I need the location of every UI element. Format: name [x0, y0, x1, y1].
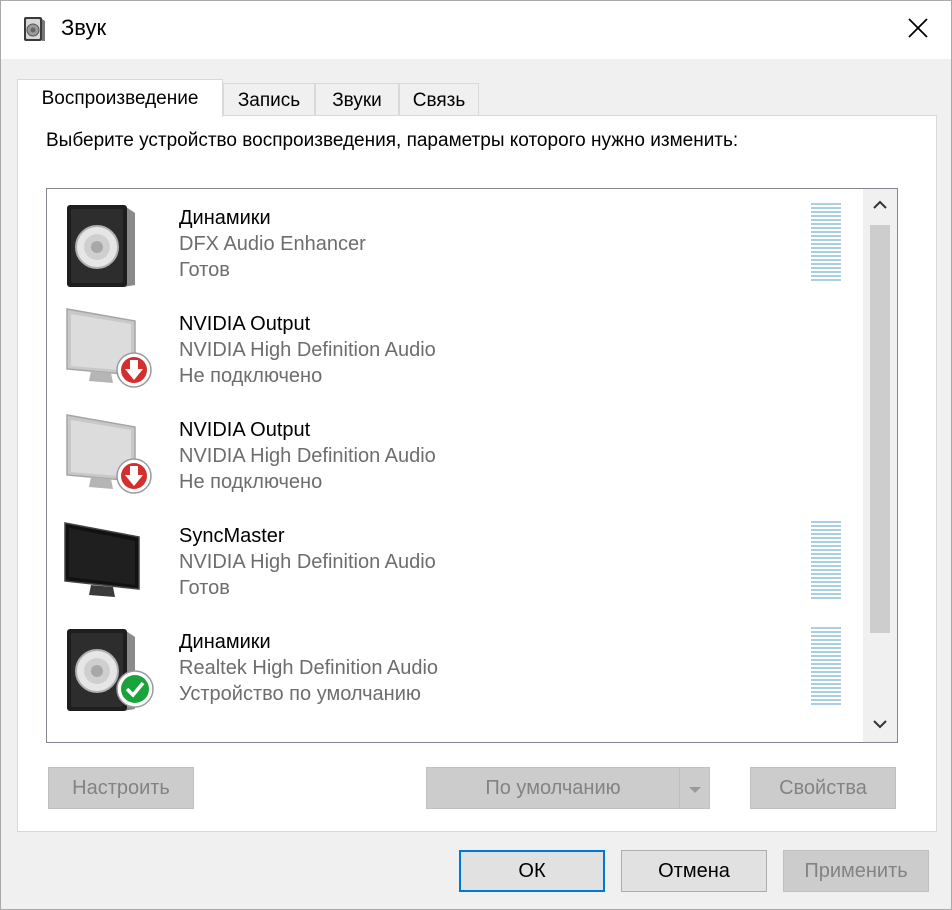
ok-button[interactable]: ОК: [459, 850, 605, 892]
tab-recording[interactable]: Запись: [223, 83, 315, 117]
scroll-up-button[interactable]: [863, 189, 897, 223]
device-description: Realtek High Definition Audio: [179, 657, 439, 679]
device-status: Готов: [179, 577, 230, 599]
scroll-down-button[interactable]: [863, 708, 897, 742]
monitor-icon: [61, 517, 157, 613]
device-list[interactable]: Динамики DFX Audio Enhancer Готов NVIDIA…: [46, 188, 898, 743]
sound-dialog: Звук Воспроизведение Запись Звуки Связь …: [0, 0, 952, 910]
level-meter: [811, 521, 841, 601]
default-check-icon: [115, 669, 155, 709]
close-button[interactable]: [885, 1, 951, 59]
disconnected-arrow-icon: [115, 351, 153, 389]
chevron-down-icon: [688, 777, 702, 800]
device-status: Не подключено: [179, 471, 323, 493]
instruction-text: Выберите устройство воспроизведения, пар…: [46, 130, 739, 151]
device-item[interactable]: NVIDIA Output NVIDIA High Definition Aud…: [47, 401, 857, 507]
device-description: NVIDIA High Definition Audio: [179, 445, 436, 467]
level-meter: [811, 203, 841, 283]
tab-sounds[interactable]: Звуки: [315, 83, 399, 117]
device-name: Динамики: [179, 631, 271, 653]
cancel-button[interactable]: Отмена: [621, 850, 767, 892]
device-text: NVIDIA Output NVIDIA High Definition Aud…: [179, 311, 436, 389]
title-bar[interactable]: Звук: [1, 1, 951, 59]
button-label: ОК: [518, 859, 546, 882]
button-label: Отмена: [658, 859, 730, 882]
vertical-scrollbar[interactable]: [863, 189, 897, 742]
device-name: NVIDIA Output: [179, 419, 311, 441]
device-name: NVIDIA Output: [179, 313, 311, 335]
apply-button[interactable]: Применить: [783, 850, 929, 892]
button-label: Настроить: [72, 776, 170, 799]
tab-label: Звуки: [332, 89, 382, 111]
disconnected-arrow-icon: [115, 457, 153, 495]
window-title: Звук: [61, 15, 107, 40]
chevron-up-icon: [872, 197, 888, 215]
tab-communications[interactable]: Связь: [399, 83, 479, 117]
device-status: Не подключено: [179, 365, 323, 387]
device-item[interactable]: SyncMaster NVIDIA High Definition Audio …: [47, 507, 857, 613]
device-description: NVIDIA High Definition Audio: [179, 339, 436, 361]
set-default-button[interactable]: По умолчанию: [426, 767, 710, 809]
button-label: По умолчанию: [485, 776, 621, 799]
close-icon: [907, 17, 929, 44]
device-description: DFX Audio Enhancer: [179, 233, 366, 255]
device-item[interactable]: Динамики Realtek High Definition Audio У…: [47, 613, 857, 719]
speaker-icon: [61, 199, 157, 295]
button-label: Применить: [804, 859, 908, 882]
device-name: Динамики: [179, 207, 271, 229]
tab-label: Воспроизведение: [41, 87, 199, 109]
device-text: SyncMaster NVIDIA High Definition Audio …: [179, 523, 436, 601]
tab-label: Связь: [412, 89, 466, 111]
chevron-down-icon: [872, 716, 888, 734]
device-status: Готов: [179, 259, 230, 281]
device-description: NVIDIA High Definition Audio: [179, 551, 436, 573]
properties-button[interactable]: Свойства: [750, 767, 896, 809]
device-text: Динамики Realtek High Definition Audio У…: [179, 629, 438, 707]
set-default-dropdown[interactable]: [679, 768, 709, 808]
button-label: Свойства: [779, 776, 867, 799]
device-item[interactable]: Динамики DFX Audio Enhancer Готов: [47, 189, 857, 295]
device-text: NVIDIA Output NVIDIA High Definition Aud…: [179, 417, 436, 495]
configure-button[interactable]: Настроить: [48, 767, 194, 809]
tab-label: Запись: [237, 89, 301, 111]
device-name: SyncMaster: [179, 525, 285, 547]
speaker-icon: [21, 15, 47, 43]
device-status: Устройство по умолчанию: [179, 683, 421, 705]
device-text: Динамики DFX Audio Enhancer Готов: [179, 205, 366, 283]
tab-playback[interactable]: Воспроизведение: [17, 79, 223, 117]
device-item[interactable]: NVIDIA Output NVIDIA High Definition Aud…: [47, 295, 857, 401]
playback-panel: Выберите устройство воспроизведения, пар…: [17, 115, 937, 832]
tab-bar: Воспроизведение Запись Звуки Связь: [17, 79, 937, 117]
level-meter: [811, 627, 841, 707]
scrollbar-thumb[interactable]: [870, 225, 890, 633]
